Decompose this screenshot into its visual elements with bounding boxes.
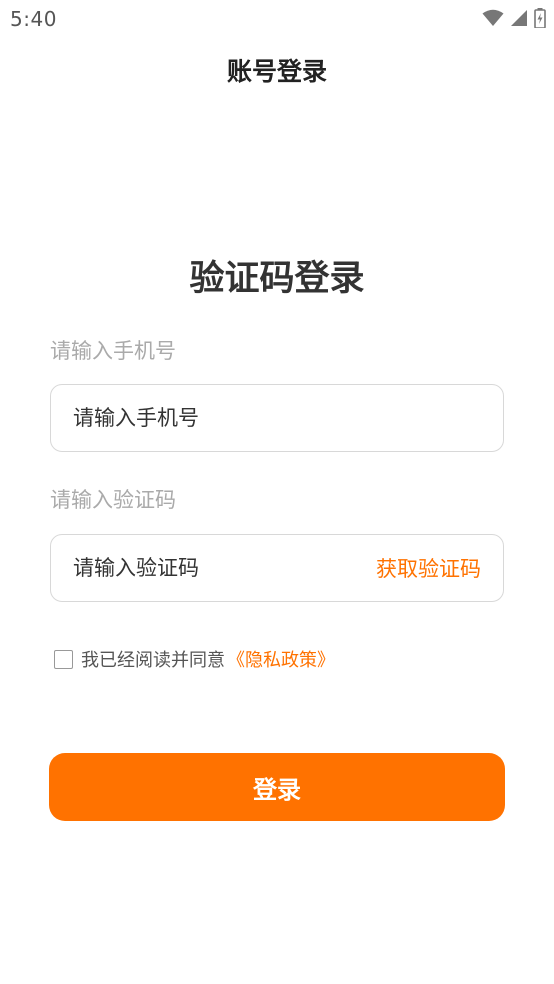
login-screen: 5:40 账号登录 验证码登录 请输入手机号 请输入验证码 获取验证码 — [0, 0, 554, 984]
page-title: 账号登录 — [226, 57, 327, 86]
cell-signal-icon — [510, 9, 528, 27]
agreement-row: 我已经阅读并同意 《隐私政策》 — [54, 646, 335, 672]
get-code-button[interactable]: 获取验证码 — [376, 553, 481, 583]
agreement-checkbox[interactable] — [54, 649, 73, 669]
login-button[interactable]: 登录 — [49, 753, 505, 821]
phone-label: 请输入手机号 — [50, 339, 176, 363]
form-heading: 验证码登录 — [189, 259, 365, 299]
battery-icon — [534, 8, 546, 28]
status-bar: 5:40 — [0, 0, 554, 38]
code-input[interactable] — [73, 556, 353, 580]
code-label: 请输入验证码 — [50, 488, 176, 512]
phone-input[interactable] — [73, 406, 353, 430]
privacy-policy-link[interactable]: 《隐私政策》 — [227, 646, 335, 672]
code-field[interactable]: 获取验证码 — [50, 534, 504, 602]
wifi-icon — [482, 9, 504, 27]
status-icons — [482, 8, 546, 28]
phone-field[interactable] — [50, 384, 504, 452]
agreement-text: 我已经阅读并同意 — [81, 650, 225, 671]
status-time: 5:40 — [10, 7, 57, 31]
